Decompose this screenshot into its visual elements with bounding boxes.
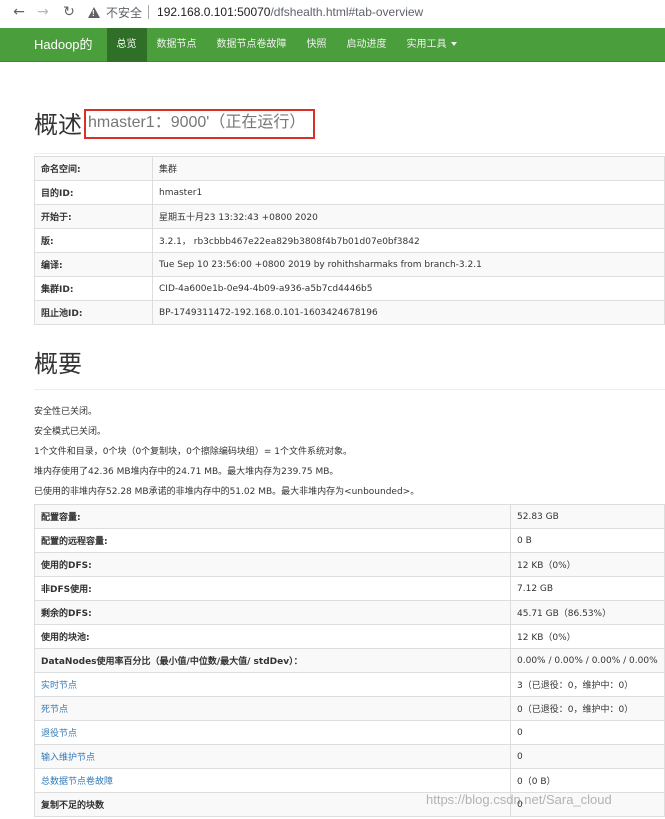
summary-header: 概要 <box>34 344 665 390</box>
watermark: https://blog.csdn.net/Sara_cloud <box>426 792 612 807</box>
table-row: 剩余的DFS: 45.71 GB（86.53%） <box>34 600 665 625</box>
back-arrow-icon[interactable]: ← <box>10 3 28 21</box>
row-value: 7.12 GB <box>510 576 665 601</box>
row-label: 目的ID: <box>34 180 153 205</box>
row-value: 3.2.1， rb3cbbb467e22ea829b3808f4b7b01d07… <box>152 228 665 253</box>
table-row: 配置容量: 52.83 GB <box>34 504 665 529</box>
row-value: hmaster1 <box>152 180 665 205</box>
row-label: 版: <box>34 228 153 253</box>
summary-line: 1个文件和目录，0个块（0个复制块，0个擦除编码块组）= 1个文件系统对象。 <box>34 447 353 457</box>
table-row: 阻止池ID: BP-1749311472-192.168.0.101-160342… <box>34 300 665 325</box>
nav-datanode-volume-failures[interactable]: 数据节点卷故障 <box>207 28 297 62</box>
row-value: 12 KB（0%） <box>510 552 665 577</box>
row-value: 0（已退役：0，维护中：0） <box>510 696 665 721</box>
table-row: 集群ID: CID-4a600e1b-0e94-4b09-a936-a5b7cd4… <box>34 276 665 301</box>
table-row: 目的ID: hmaster1 <box>34 180 665 205</box>
summary-table: 配置容量: 52.83 GB 配置的远程容量: 0 B 使用的DFS: 12 KB（0%）… <box>34 504 665 817</box>
overview-title: 概述 <box>34 111 82 139</box>
row-link[interactable]: 实时节点 <box>34 672 511 697</box>
warning-icon <box>88 6 100 18</box>
table-row: 死节点 0（已退役：0，维护中：0） <box>34 696 665 721</box>
table-row: 实时节点 3（已退役：0，维护中：0） <box>34 672 665 697</box>
row-label: 命名空间: <box>34 156 153 181</box>
row-value: 52.83 GB <box>510 504 665 529</box>
overview-table: 命名空间: 集群 目的ID: hmaster1 开始于: 星期五十月23 13:32:43… <box>34 156 665 325</box>
row-label: 使用的块池: <box>34 624 511 649</box>
insecure-label: 不安全 <box>106 5 143 20</box>
row-value: 星期五十月23 13:32:43 +0800 2020 <box>152 204 665 229</box>
row-link[interactable]: 输入维护节点 <box>34 744 511 769</box>
table-row: DataNodes使用率百分比（最小值/中位数/最大值/ stdDev）： 0.0… <box>34 648 665 673</box>
nav-startup-progress[interactable]: 启动进度 <box>337 28 397 62</box>
table-row: 输入维护节点 0 <box>34 744 665 769</box>
row-label: 开始于: <box>34 204 153 229</box>
row-link[interactable]: 总数据节点卷故障 <box>34 768 511 793</box>
row-label: 剩余的DFS: <box>34 600 511 625</box>
table-row: 非DFS使用: 7.12 GB <box>34 576 665 601</box>
row-value: 45.71 GB（86.53%） <box>510 600 665 625</box>
summary-line: 安全性已关闭。 <box>34 407 98 417</box>
row-label: 配置的远程容量: <box>34 528 511 553</box>
summary-line: 安全模式已关闭。 <box>34 427 107 437</box>
nav-datanodes[interactable]: 数据节点 <box>147 28 207 62</box>
row-value: Tue Sep 10 23:56:00 +0800 2019 by rohith… <box>152 252 665 277</box>
table-row: 总数据节点卷故障 0（0 B） <box>34 768 665 793</box>
url-path: /dfshealth.html#tab-overview <box>270 5 424 19</box>
table-row: 退役节点 0 <box>34 720 665 745</box>
row-label: 集群ID: <box>34 276 153 301</box>
host-status: hmaster1：9000'（正在运行） <box>84 109 316 139</box>
row-value: CID-4a600e1b-0e94-4b09-a936-a5b7cd4446b5 <box>152 276 665 301</box>
row-value: 12 KB（0%） <box>510 624 665 649</box>
row-value: 0（0 B） <box>510 768 665 793</box>
row-value: 0.00% / 0.00% / 0.00% / 0.00% <box>510 648 665 673</box>
row-label: 配置容量: <box>34 504 511 529</box>
row-label: 非DFS使用: <box>34 576 511 601</box>
table-row: 命名空间: 集群 <box>34 156 665 181</box>
row-value: BP-1749311472-192.168.0.101-160342467819… <box>152 300 665 325</box>
table-row: 版: 3.2.1， rb3cbbb467e22ea829b3808f4b7b01d… <box>34 228 665 253</box>
nav-overview[interactable]: 总览 <box>106 27 147 62</box>
browser-toolbar: ← → ↻ 不安全 192.168.0.101:50070 /dfshealth… <box>0 0 665 24</box>
url-divider <box>148 5 150 19</box>
table-row: 编译: Tue Sep 10 23:56:00 +0800 2019 by roh… <box>34 252 665 277</box>
summary-title: 概要 <box>34 350 82 378</box>
table-row: 使用的DFS: 12 KB（0%） <box>34 552 665 577</box>
brand-logo[interactable]: Hadoop的 <box>0 28 107 62</box>
summary-lines: 安全性已关闭。 安全模式已关闭。 1个文件和目录，0个块（0个复制块，0个擦除编… <box>34 402 665 502</box>
row-value: 集群 <box>152 156 665 181</box>
row-label: 使用的DFS: <box>34 552 511 577</box>
table-row: 开始于: 星期五十月23 13:32:43 +0800 2020 <box>34 204 665 229</box>
summary-line: 已使用的非堆内存52.28 MB承诺的非堆内存中的51.02 MB。最大非堆内存… <box>34 487 420 497</box>
table-row: 使用的块池: 12 KB（0%） <box>34 624 665 649</box>
row-label: 编译: <box>34 252 153 277</box>
table-row: 配置的远程容量: 0 B <box>34 528 665 553</box>
overview-header: 概述 hmaster1：9000'（正在运行） <box>34 98 665 154</box>
caret-down-icon <box>450 41 457 46</box>
row-link[interactable]: 退役节点 <box>34 720 511 745</box>
row-value: 0 <box>510 720 665 745</box>
url-host: 192.168.0.101:50070 <box>157 5 271 19</box>
row-label: DataNodes使用率百分比（最小值/中位数/最大值/ stdDev）： <box>34 648 511 673</box>
summary-line: 堆内存使用了42.36 MB堆内存中的24.71 MB。最大堆内存为239.75… <box>34 467 339 477</box>
row-link[interactable]: 死节点 <box>34 696 511 721</box>
row-value: 0 B <box>510 528 665 553</box>
row-value: 0 <box>510 744 665 769</box>
forward-arrow-icon[interactable]: → <box>34 3 52 21</box>
top-navbar: Hadoop的 总览 数据节点 数据节点卷故障 快照 启动进度 实用工具 <box>0 27 665 62</box>
nav-utilities-label: 实用工具 <box>406 38 447 50</box>
row-label: 阻止池ID: <box>34 300 153 325</box>
row-value: 3（已退役：0，维护中：0） <box>510 672 665 697</box>
reload-icon[interactable]: ↻ <box>60 3 78 21</box>
address-bar[interactable]: 不安全 192.168.0.101:50070 /dfshealth.html#… <box>88 3 423 21</box>
nav-utilities[interactable]: 实用工具 <box>397 28 467 62</box>
nav-snapshot[interactable]: 快照 <box>297 28 337 62</box>
